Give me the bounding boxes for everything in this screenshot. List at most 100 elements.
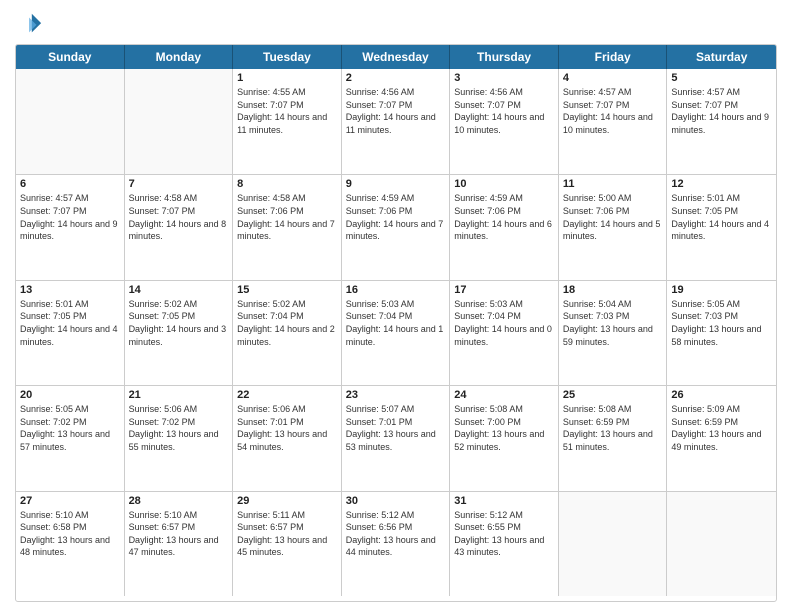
sun-info: Sunrise: 5:02 AMSunset: 7:04 PMDaylight:… bbox=[237, 298, 337, 348]
week-row-5: 27 Sunrise: 5:10 AMSunset: 6:58 PMDaylig… bbox=[16, 491, 776, 596]
cal-cell: 29 Sunrise: 5:11 AMSunset: 6:57 PMDaylig… bbox=[233, 492, 342, 596]
cal-cell: 20 Sunrise: 5:05 AMSunset: 7:02 PMDaylig… bbox=[16, 386, 125, 490]
day-number: 11 bbox=[563, 178, 663, 190]
sun-info: Sunrise: 4:57 AMSunset: 7:07 PMDaylight:… bbox=[563, 86, 663, 136]
cal-cell: 15 Sunrise: 5:02 AMSunset: 7:04 PMDaylig… bbox=[233, 281, 342, 385]
day-number: 14 bbox=[129, 284, 229, 296]
cal-cell: 14 Sunrise: 5:02 AMSunset: 7:05 PMDaylig… bbox=[125, 281, 234, 385]
cal-cell: 27 Sunrise: 5:10 AMSunset: 6:58 PMDaylig… bbox=[16, 492, 125, 596]
cal-cell: 13 Sunrise: 5:01 AMSunset: 7:05 PMDaylig… bbox=[16, 281, 125, 385]
sun-info: Sunrise: 5:04 AMSunset: 7:03 PMDaylight:… bbox=[563, 298, 663, 348]
day-number: 20 bbox=[20, 389, 120, 401]
cal-cell bbox=[16, 69, 125, 174]
calendar-header: SundayMondayTuesdayWednesdayThursdayFrid… bbox=[16, 45, 776, 69]
week-row-1: 1 Sunrise: 4:55 AMSunset: 7:07 PMDayligh… bbox=[16, 69, 776, 174]
cal-cell: 7 Sunrise: 4:58 AMSunset: 7:07 PMDayligh… bbox=[125, 175, 234, 279]
sun-info: Sunrise: 5:00 AMSunset: 7:06 PMDaylight:… bbox=[563, 192, 663, 242]
sun-info: Sunrise: 5:03 AMSunset: 7:04 PMDaylight:… bbox=[346, 298, 446, 348]
day-number: 23 bbox=[346, 389, 446, 401]
cal-cell: 24 Sunrise: 5:08 AMSunset: 7:00 PMDaylig… bbox=[450, 386, 559, 490]
cal-cell: 3 Sunrise: 4:56 AMSunset: 7:07 PMDayligh… bbox=[450, 69, 559, 174]
sun-info: Sunrise: 5:10 AMSunset: 6:57 PMDaylight:… bbox=[129, 509, 229, 559]
header bbox=[15, 10, 777, 38]
sun-info: Sunrise: 4:59 AMSunset: 7:06 PMDaylight:… bbox=[454, 192, 554, 242]
cal-cell: 18 Sunrise: 5:04 AMSunset: 7:03 PMDaylig… bbox=[559, 281, 668, 385]
sun-info: Sunrise: 5:10 AMSunset: 6:58 PMDaylight:… bbox=[20, 509, 120, 559]
cal-cell: 11 Sunrise: 5:00 AMSunset: 7:06 PMDaylig… bbox=[559, 175, 668, 279]
cal-cell bbox=[667, 492, 776, 596]
sun-info: Sunrise: 5:07 AMSunset: 7:01 PMDaylight:… bbox=[346, 403, 446, 453]
day-number: 22 bbox=[237, 389, 337, 401]
day-number: 26 bbox=[671, 389, 772, 401]
cal-cell: 6 Sunrise: 4:57 AMSunset: 7:07 PMDayligh… bbox=[16, 175, 125, 279]
cal-cell: 9 Sunrise: 4:59 AMSunset: 7:06 PMDayligh… bbox=[342, 175, 451, 279]
cal-cell: 1 Sunrise: 4:55 AMSunset: 7:07 PMDayligh… bbox=[233, 69, 342, 174]
day-number: 19 bbox=[671, 284, 772, 296]
sun-info: Sunrise: 4:56 AMSunset: 7:07 PMDaylight:… bbox=[454, 86, 554, 136]
sun-info: Sunrise: 4:58 AMSunset: 7:07 PMDaylight:… bbox=[129, 192, 229, 242]
day-number: 29 bbox=[237, 495, 337, 507]
sun-info: Sunrise: 4:59 AMSunset: 7:06 PMDaylight:… bbox=[346, 192, 446, 242]
week-row-3: 13 Sunrise: 5:01 AMSunset: 7:05 PMDaylig… bbox=[16, 280, 776, 385]
sun-info: Sunrise: 5:03 AMSunset: 7:04 PMDaylight:… bbox=[454, 298, 554, 348]
day-number: 21 bbox=[129, 389, 229, 401]
header-day-sunday: Sunday bbox=[16, 45, 125, 69]
logo-icon bbox=[15, 10, 43, 38]
cal-cell: 4 Sunrise: 4:57 AMSunset: 7:07 PMDayligh… bbox=[559, 69, 668, 174]
sun-info: Sunrise: 5:11 AMSunset: 6:57 PMDaylight:… bbox=[237, 509, 337, 559]
sun-info: Sunrise: 5:01 AMSunset: 7:05 PMDaylight:… bbox=[671, 192, 772, 242]
day-number: 10 bbox=[454, 178, 554, 190]
cal-cell: 17 Sunrise: 5:03 AMSunset: 7:04 PMDaylig… bbox=[450, 281, 559, 385]
sun-info: Sunrise: 4:57 AMSunset: 7:07 PMDaylight:… bbox=[20, 192, 120, 242]
logo bbox=[15, 10, 47, 38]
day-number: 28 bbox=[129, 495, 229, 507]
sun-info: Sunrise: 5:09 AMSunset: 6:59 PMDaylight:… bbox=[671, 403, 772, 453]
sun-info: Sunrise: 5:01 AMSunset: 7:05 PMDaylight:… bbox=[20, 298, 120, 348]
sun-info: Sunrise: 5:05 AMSunset: 7:02 PMDaylight:… bbox=[20, 403, 120, 453]
cal-cell: 30 Sunrise: 5:12 AMSunset: 6:56 PMDaylig… bbox=[342, 492, 451, 596]
cal-cell: 5 Sunrise: 4:57 AMSunset: 7:07 PMDayligh… bbox=[667, 69, 776, 174]
day-number: 7 bbox=[129, 178, 229, 190]
sun-info: Sunrise: 5:05 AMSunset: 7:03 PMDaylight:… bbox=[671, 298, 772, 348]
day-number: 16 bbox=[346, 284, 446, 296]
day-number: 13 bbox=[20, 284, 120, 296]
day-number: 31 bbox=[454, 495, 554, 507]
header-day-monday: Monday bbox=[125, 45, 234, 69]
cal-cell: 28 Sunrise: 5:10 AMSunset: 6:57 PMDaylig… bbox=[125, 492, 234, 596]
sun-info: Sunrise: 4:58 AMSunset: 7:06 PMDaylight:… bbox=[237, 192, 337, 242]
sun-info: Sunrise: 5:06 AMSunset: 7:01 PMDaylight:… bbox=[237, 403, 337, 453]
day-number: 25 bbox=[563, 389, 663, 401]
day-number: 24 bbox=[454, 389, 554, 401]
cal-cell: 12 Sunrise: 5:01 AMSunset: 7:05 PMDaylig… bbox=[667, 175, 776, 279]
cal-cell bbox=[125, 69, 234, 174]
day-number: 15 bbox=[237, 284, 337, 296]
day-number: 9 bbox=[346, 178, 446, 190]
header-day-friday: Friday bbox=[559, 45, 668, 69]
cal-cell: 21 Sunrise: 5:06 AMSunset: 7:02 PMDaylig… bbox=[125, 386, 234, 490]
header-day-tuesday: Tuesday bbox=[233, 45, 342, 69]
sun-info: Sunrise: 5:12 AMSunset: 6:55 PMDaylight:… bbox=[454, 509, 554, 559]
sun-info: Sunrise: 5:08 AMSunset: 7:00 PMDaylight:… bbox=[454, 403, 554, 453]
day-number: 1 bbox=[237, 72, 337, 84]
cal-cell: 22 Sunrise: 5:06 AMSunset: 7:01 PMDaylig… bbox=[233, 386, 342, 490]
week-row-2: 6 Sunrise: 4:57 AMSunset: 7:07 PMDayligh… bbox=[16, 174, 776, 279]
cal-cell: 26 Sunrise: 5:09 AMSunset: 6:59 PMDaylig… bbox=[667, 386, 776, 490]
cal-cell: 19 Sunrise: 5:05 AMSunset: 7:03 PMDaylig… bbox=[667, 281, 776, 385]
cal-cell: 16 Sunrise: 5:03 AMSunset: 7:04 PMDaylig… bbox=[342, 281, 451, 385]
day-number: 4 bbox=[563, 72, 663, 84]
sun-info: Sunrise: 5:08 AMSunset: 6:59 PMDaylight:… bbox=[563, 403, 663, 453]
day-number: 2 bbox=[346, 72, 446, 84]
cal-cell: 2 Sunrise: 4:56 AMSunset: 7:07 PMDayligh… bbox=[342, 69, 451, 174]
day-number: 8 bbox=[237, 178, 337, 190]
cal-cell: 10 Sunrise: 4:59 AMSunset: 7:06 PMDaylig… bbox=[450, 175, 559, 279]
day-number: 18 bbox=[563, 284, 663, 296]
sun-info: Sunrise: 5:06 AMSunset: 7:02 PMDaylight:… bbox=[129, 403, 229, 453]
sun-info: Sunrise: 4:55 AMSunset: 7:07 PMDaylight:… bbox=[237, 86, 337, 136]
day-number: 27 bbox=[20, 495, 120, 507]
header-day-thursday: Thursday bbox=[450, 45, 559, 69]
cal-cell: 23 Sunrise: 5:07 AMSunset: 7:01 PMDaylig… bbox=[342, 386, 451, 490]
day-number: 12 bbox=[671, 178, 772, 190]
calendar-body: 1 Sunrise: 4:55 AMSunset: 7:07 PMDayligh… bbox=[16, 69, 776, 596]
day-number: 5 bbox=[671, 72, 772, 84]
cal-cell bbox=[559, 492, 668, 596]
